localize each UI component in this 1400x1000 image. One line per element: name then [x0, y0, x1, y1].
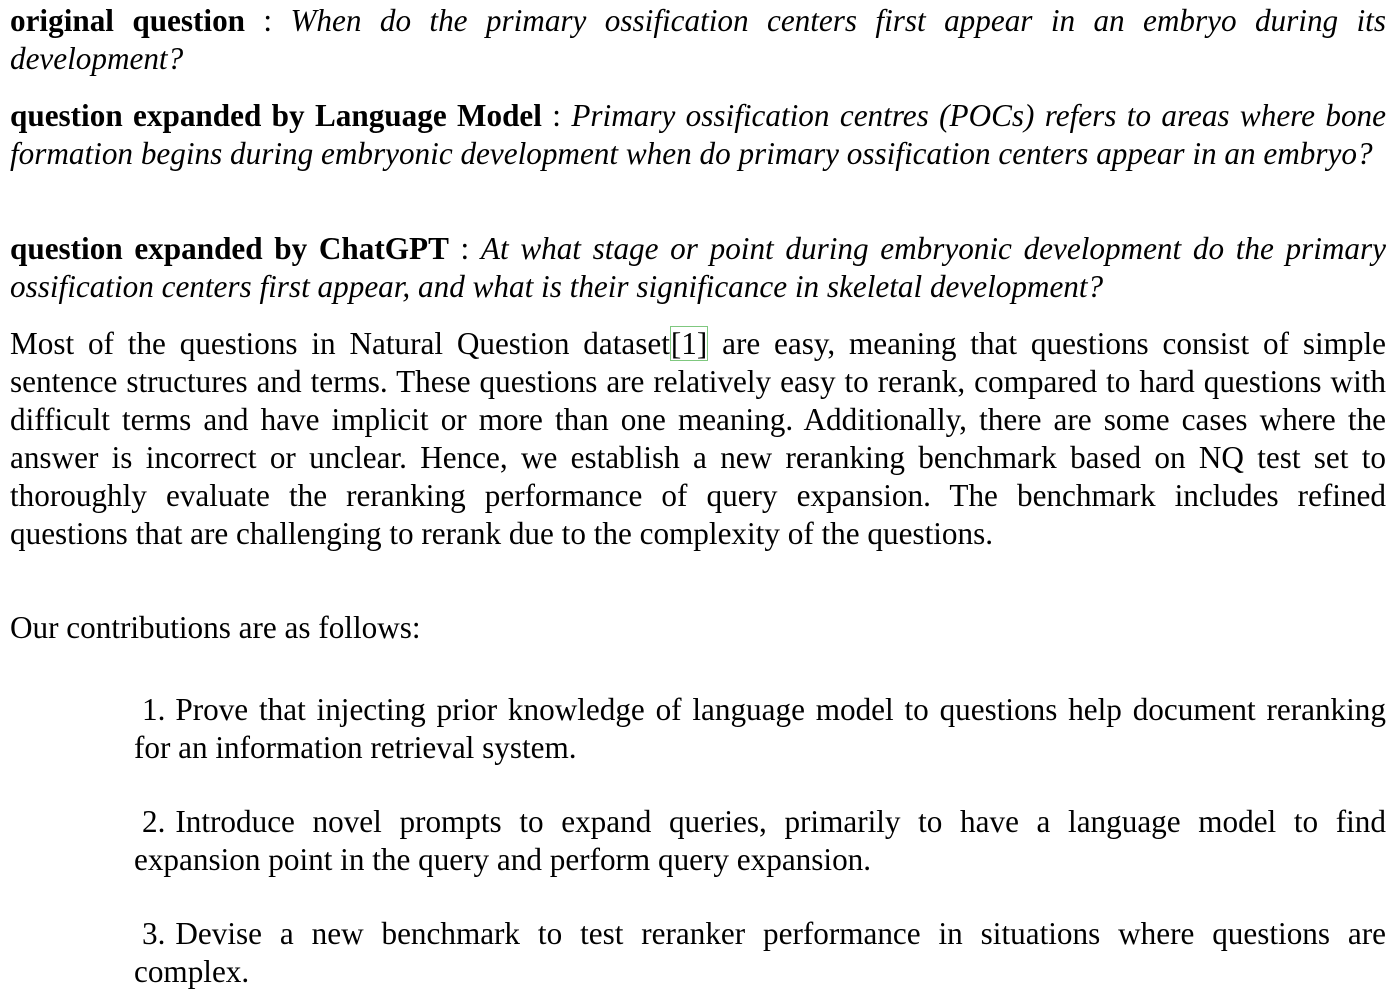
citation-link[interactable]: [1] — [669, 326, 709, 361]
list-item: 1. Prove that injecting prior knowledge o… — [134, 691, 1386, 767]
list-item-number: 1. — [142, 692, 166, 727]
list-item: 2. Introduce novel prompts to expand quer… — [134, 803, 1386, 879]
list-item-number: 3. — [142, 916, 166, 951]
document-page: original question : When do the primary … — [0, 0, 1400, 1000]
list-item-text: Prove that injecting prior knowledge of … — [134, 692, 1386, 765]
body-paragraph: Most of the questions in Natural Questio… — [10, 325, 1386, 553]
list-item: 3. Devise a new benchmark to test reranke… — [134, 915, 1386, 991]
list-item-text: Introduce novel prompts to expand querie… — [134, 804, 1386, 877]
contributions-intro: Our contributions are as follows: — [10, 610, 421, 645]
list-item-text: Devise a new benchmark to test reranker … — [134, 916, 1386, 989]
chatgpt-expanded-question-label: question expanded by ChatGPT — [10, 231, 449, 266]
lm-expanded-question-paragraph: question expanded by Language Model : Pr… — [10, 97, 1386, 173]
lm-expanded-question-separator: : — [541, 98, 572, 133]
chatgpt-expanded-question-paragraph: question expanded by ChatGPT : At what s… — [10, 230, 1386, 306]
original-question-label: original question — [10, 3, 246, 38]
original-question-paragraph: original question : When do the primary … — [10, 2, 1386, 78]
body-text-start: Most of the questions in Natural Questio… — [10, 326, 670, 361]
lm-expanded-question-label: question expanded by Language Model — [10, 98, 542, 133]
original-question-separator: : — [245, 3, 291, 38]
list-item-number: 2. — [142, 804, 166, 839]
chatgpt-expanded-question-separator: : — [448, 231, 481, 266]
